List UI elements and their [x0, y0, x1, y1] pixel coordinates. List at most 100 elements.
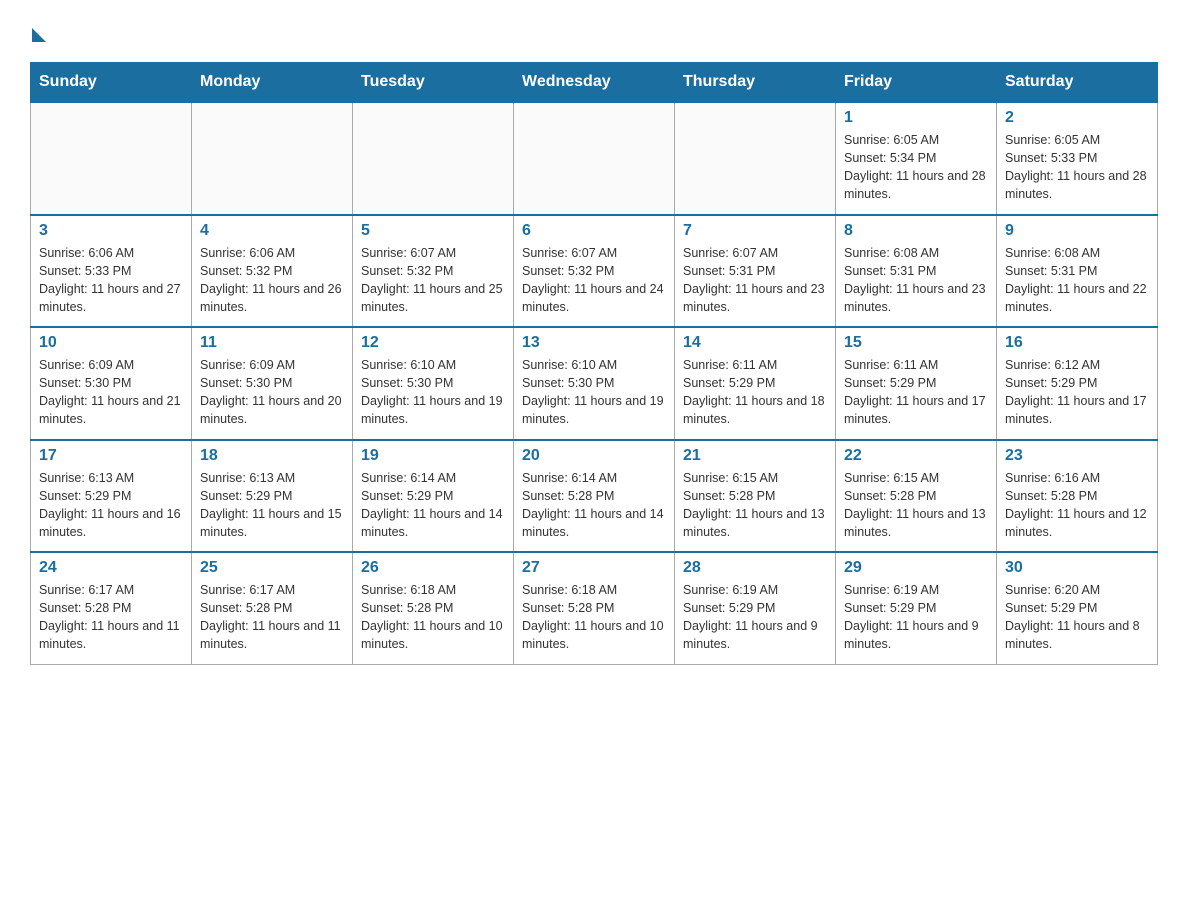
calendar-cell	[192, 102, 353, 215]
week-row-4: 17 Sunrise: 6:13 AMSunset: 5:29 PMDayligh…	[31, 440, 1158, 553]
day-info: Sunrise: 6:19 AMSunset: 5:29 PMDaylight:…	[844, 581, 988, 654]
calendar-cell: 13 Sunrise: 6:10 AMSunset: 5:30 PMDayligh…	[514, 327, 675, 440]
calendar-cell: 8 Sunrise: 6:08 AMSunset: 5:31 PMDaylight…	[836, 215, 997, 328]
day-number: 9	[1005, 222, 1149, 240]
calendar-cell: 4Sunrise: 6:06 AMSunset: 5:32 PMDaylight…	[192, 215, 353, 328]
day-info: Sunrise: 6:17 AMSunset: 5:28 PMDaylight:…	[200, 581, 344, 654]
day-number: 17	[39, 447, 183, 465]
day-number: 13	[522, 334, 666, 352]
day-info: Sunrise: 6:07 AMSunset: 5:31 PMDaylight:…	[683, 244, 827, 317]
day-number: 16	[1005, 334, 1149, 352]
day-number: 5	[361, 222, 505, 240]
day-info: Sunrise: 6:11 AMSunset: 5:29 PMDaylight:…	[844, 356, 988, 429]
day-number: 27	[522, 559, 666, 577]
day-info: Sunrise: 6:16 AMSunset: 5:28 PMDaylight:…	[1005, 469, 1149, 542]
day-info: Sunrise: 6:13 AMSunset: 5:29 PMDaylight:…	[39, 469, 183, 542]
day-number: 28	[683, 559, 827, 577]
day-info: Sunrise: 6:20 AMSunset: 5:29 PMDaylight:…	[1005, 581, 1149, 654]
day-info: Sunrise: 6:06 AMSunset: 5:33 PMDaylight:…	[39, 244, 183, 317]
day-info: Sunrise: 6:13 AMSunset: 5:29 PMDaylight:…	[200, 469, 344, 542]
day-number: 2	[1005, 109, 1149, 127]
calendar-cell: 18 Sunrise: 6:13 AMSunset: 5:29 PMDayligh…	[192, 440, 353, 553]
calendar-cell: 26 Sunrise: 6:18 AMSunset: 5:28 PMDayligh…	[353, 552, 514, 664]
calendar-cell: 2 Sunrise: 6:05 AMSunset: 5:33 PMDaylight…	[997, 102, 1158, 215]
day-number: 15	[844, 334, 988, 352]
day-number: 29	[844, 559, 988, 577]
day-info: Sunrise: 6:18 AMSunset: 5:28 PMDaylight:…	[522, 581, 666, 654]
calendar-cell: 7Sunrise: 6:07 AMSunset: 5:31 PMDaylight…	[675, 215, 836, 328]
week-row-3: 10Sunrise: 6:09 AMSunset: 5:30 PMDayligh…	[31, 327, 1158, 440]
calendar-cell: 16 Sunrise: 6:12 AMSunset: 5:29 PMDayligh…	[997, 327, 1158, 440]
day-number: 11	[200, 334, 344, 352]
week-row-2: 3 Sunrise: 6:06 AMSunset: 5:33 PMDaylight…	[31, 215, 1158, 328]
calendar-cell: 10Sunrise: 6:09 AMSunset: 5:30 PMDayligh…	[31, 327, 192, 440]
calendar-cell: 5 Sunrise: 6:07 AMSunset: 5:32 PMDaylight…	[353, 215, 514, 328]
day-info: Sunrise: 6:10 AMSunset: 5:30 PMDaylight:…	[361, 356, 505, 429]
day-number: 24	[39, 559, 183, 577]
day-info: Sunrise: 6:15 AMSunset: 5:28 PMDaylight:…	[844, 469, 988, 542]
calendar-cell: 27 Sunrise: 6:18 AMSunset: 5:28 PMDayligh…	[514, 552, 675, 664]
calendar-cell: 20 Sunrise: 6:14 AMSunset: 5:28 PMDayligh…	[514, 440, 675, 553]
day-info: Sunrise: 6:05 AMSunset: 5:34 PMDaylight:…	[844, 131, 988, 204]
day-info: Sunrise: 6:15 AMSunset: 5:28 PMDaylight:…	[683, 469, 827, 542]
calendar-cell: 6 Sunrise: 6:07 AMSunset: 5:32 PMDaylight…	[514, 215, 675, 328]
calendar-cell: 1 Sunrise: 6:05 AMSunset: 5:34 PMDaylight…	[836, 102, 997, 215]
weekday-header-saturday: Saturday	[997, 63, 1158, 103]
day-info: Sunrise: 6:06 AMSunset: 5:32 PMDaylight:…	[200, 244, 344, 317]
day-number: 26	[361, 559, 505, 577]
day-info: Sunrise: 6:14 AMSunset: 5:28 PMDaylight:…	[522, 469, 666, 542]
day-info: Sunrise: 6:11 AMSunset: 5:29 PMDaylight:…	[683, 356, 827, 429]
calendar-cell: 28 Sunrise: 6:19 AMSunset: 5:29 PMDayligh…	[675, 552, 836, 664]
day-number: 20	[522, 447, 666, 465]
calendar-cell	[353, 102, 514, 215]
calendar-cell: 30Sunrise: 6:20 AMSunset: 5:29 PMDayligh…	[997, 552, 1158, 664]
calendar-cell: 19 Sunrise: 6:14 AMSunset: 5:29 PMDayligh…	[353, 440, 514, 553]
day-info: Sunrise: 6:09 AMSunset: 5:30 PMDaylight:…	[200, 356, 344, 429]
day-number: 6	[522, 222, 666, 240]
day-info: Sunrise: 6:19 AMSunset: 5:29 PMDaylight:…	[683, 581, 827, 654]
week-row-1: 1 Sunrise: 6:05 AMSunset: 5:34 PMDaylight…	[31, 102, 1158, 215]
day-number: 3	[39, 222, 183, 240]
calendar-cell: 12 Sunrise: 6:10 AMSunset: 5:30 PMDayligh…	[353, 327, 514, 440]
day-number: 21	[683, 447, 827, 465]
day-number: 25	[200, 559, 344, 577]
weekday-header-tuesday: Tuesday	[353, 63, 514, 103]
day-info: Sunrise: 6:08 AMSunset: 5:31 PMDaylight:…	[1005, 244, 1149, 317]
day-info: Sunrise: 6:05 AMSunset: 5:33 PMDaylight:…	[1005, 131, 1149, 204]
calendar-cell: 29 Sunrise: 6:19 AMSunset: 5:29 PMDayligh…	[836, 552, 997, 664]
calendar-cell: 9 Sunrise: 6:08 AMSunset: 5:31 PMDaylight…	[997, 215, 1158, 328]
calendar-cell: 17 Sunrise: 6:13 AMSunset: 5:29 PMDayligh…	[31, 440, 192, 553]
day-info: Sunrise: 6:09 AMSunset: 5:30 PMDaylight:…	[39, 356, 183, 429]
calendar-cell: 22Sunrise: 6:15 AMSunset: 5:28 PMDayligh…	[836, 440, 997, 553]
calendar-cell	[514, 102, 675, 215]
day-number: 8	[844, 222, 988, 240]
day-info: Sunrise: 6:10 AMSunset: 5:30 PMDaylight:…	[522, 356, 666, 429]
weekday-header-friday: Friday	[836, 63, 997, 103]
calendar-cell	[675, 102, 836, 215]
calendar-table: SundayMondayTuesdayWednesdayThursdayFrid…	[30, 62, 1158, 665]
day-number: 23	[1005, 447, 1149, 465]
day-info: Sunrise: 6:07 AMSunset: 5:32 PMDaylight:…	[522, 244, 666, 317]
calendar-cell: 11 Sunrise: 6:09 AMSunset: 5:30 PMDayligh…	[192, 327, 353, 440]
calendar-cell: 14 Sunrise: 6:11 AMSunset: 5:29 PMDayligh…	[675, 327, 836, 440]
weekday-header-wednesday: Wednesday	[514, 63, 675, 103]
day-info: Sunrise: 6:12 AMSunset: 5:29 PMDaylight:…	[1005, 356, 1149, 429]
weekday-header-monday: Monday	[192, 63, 353, 103]
day-number: 12	[361, 334, 505, 352]
week-row-5: 24 Sunrise: 6:17 AMSunset: 5:28 PMDayligh…	[31, 552, 1158, 664]
day-info: Sunrise: 6:14 AMSunset: 5:29 PMDaylight:…	[361, 469, 505, 542]
logo-triangle-icon	[32, 28, 46, 42]
day-number: 1	[844, 109, 988, 127]
day-info: Sunrise: 6:17 AMSunset: 5:28 PMDaylight:…	[39, 581, 183, 654]
day-info: Sunrise: 6:07 AMSunset: 5:32 PMDaylight:…	[361, 244, 505, 317]
weekday-header-row: SundayMondayTuesdayWednesdayThursdayFrid…	[31, 63, 1158, 103]
calendar-cell: 15 Sunrise: 6:11 AMSunset: 5:29 PMDayligh…	[836, 327, 997, 440]
day-number: 19	[361, 447, 505, 465]
day-info: Sunrise: 6:08 AMSunset: 5:31 PMDaylight:…	[844, 244, 988, 317]
day-info: Sunrise: 6:18 AMSunset: 5:28 PMDaylight:…	[361, 581, 505, 654]
calendar-cell: 23 Sunrise: 6:16 AMSunset: 5:28 PMDayligh…	[997, 440, 1158, 553]
weekday-header-thursday: Thursday	[675, 63, 836, 103]
day-number: 18	[200, 447, 344, 465]
day-number: 14	[683, 334, 827, 352]
logo	[30, 20, 46, 42]
